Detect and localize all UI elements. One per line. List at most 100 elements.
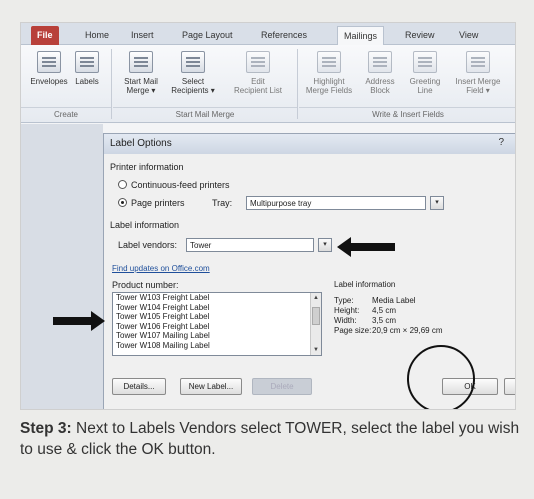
labels-icon [75,51,99,73]
highlight-merge-fields-button[interactable]: Highlight Merge Fields [301,51,357,95]
tab-home[interactable]: Home [79,26,115,45]
edit-recipient-label-1: Edit [251,77,265,86]
greeting-line-button[interactable]: Greeting Line [403,51,447,95]
label-vendors-select[interactable]: Tower [186,238,314,252]
tab-view[interactable]: View [453,26,484,45]
tab-file[interactable]: File [31,26,59,45]
dialog-title-bar: Label Options ? [104,134,515,154]
envelope-icon [37,51,61,73]
delete-button[interactable]: Delete [252,378,312,395]
list-item[interactable]: Tower W105 Freight Label [113,312,321,322]
tutorial-card: File Home Insert Page Layout References … [0,0,534,499]
tab-references[interactable]: References [255,26,313,45]
select-recipients-label-1: Select [181,77,205,86]
list-item[interactable]: Tower W108 Mailing Label [113,341,321,351]
info-page-size-value: 20,9 cm × 29,69 cm [372,326,443,335]
cancel-button[interactable]: Canc [504,378,515,395]
address-block-label-2: Block [370,86,390,95]
new-label-button[interactable]: New Label... [180,378,242,395]
address-block-icon [368,51,392,73]
group-separator [297,49,298,119]
product-number-label: Product number: [112,280,179,290]
tray-label: Tray: [212,198,233,208]
vendors-dropdown-icon[interactable]: ▾ [318,238,332,252]
list-item[interactable]: Tower W106 Freight Label [113,322,321,332]
radio-selected-icon [118,198,127,207]
list-item[interactable]: Tower W107 Mailing Label [113,331,321,341]
insert-merge-label-2: Field ▾ [466,86,490,95]
tab-mailings[interactable]: Mailings [337,26,385,45]
info-type-value: Media Label [372,296,416,305]
edit-list-icon [246,51,270,73]
info-page-size-key: Page size: [334,326,372,335]
select-recipients-button[interactable]: Select Recipients ▾ [167,51,219,95]
label-information-panel: Label information Type: Media Label Heigh… [334,280,515,358]
tray-select[interactable]: Multipurpose tray [246,196,426,210]
product-number-list[interactable]: Tower W103 Freight Label Tower W104 Frei… [112,292,322,356]
arrow-to-vendors-annotation [337,237,395,257]
ok-button-highlight-circle [407,345,475,409]
greeting-label-2: Line [417,86,433,95]
radio-page-label: Page printers [131,198,185,208]
tab-review[interactable]: Review [399,26,441,45]
info-width-row: Width: 3,5 cm [334,316,515,326]
step-caption: Step 3: Next to Labels Vendors select TO… [20,418,520,460]
info-type-row: Type: Media Label [334,296,515,306]
label-information-heading: Label information [334,280,396,289]
radio-icon [118,180,127,189]
info-page-size-row: Page size:20,9 cm × 29,69 cm [334,326,515,336]
highlight-label-1: Highlight [313,77,345,86]
start-mail-merge-label-1: Start Mail [124,77,158,86]
dialog-title: Label Options [110,138,172,149]
printer-info-heading: Printer information [110,162,184,172]
scroll-thumb[interactable] [312,307,320,325]
ribbon-mailings: Envelopes Labels Start Mail Merge ▾ Sele… [21,45,515,123]
greeting-label-1: Greeting [409,77,441,86]
insert-merge-field-button[interactable]: Insert Merge Field ▾ [449,51,507,95]
radio-page-printers[interactable]: Page printers [118,198,185,208]
step-instructions: Next to Labels Vendors select TOWER, sel… [20,420,520,458]
tab-insert[interactable]: Insert [125,26,160,45]
labels-label: Labels [75,77,99,86]
select-recipients-label-2: Recipients ▾ [171,86,215,95]
group-start-mail-merge: Start Mail Merge [113,107,297,121]
insert-field-icon [466,51,490,73]
edit-recipient-list-button[interactable]: Edit Recipient List [229,51,287,95]
info-height-key: Height: [334,306,360,315]
start-mail-merge-button[interactable]: Start Mail Merge ▾ [115,51,167,95]
arrow-to-product-list-annotation [53,311,105,331]
document-area [21,124,103,409]
address-block-label-1: Address [365,77,395,86]
ribbon-tab-bar: File Home Insert Page Layout References … [21,23,515,45]
label-vendors-label: Label vendors: [118,240,178,250]
group-create: Create [21,107,111,121]
word-screenshot: File Home Insert Page Layout References … [20,22,516,410]
info-width-value: 3,5 cm [372,316,397,325]
highlight-label-2: Merge Fields [305,86,353,95]
list-item[interactable]: Tower W104 Freight Label [113,303,321,313]
start-mail-merge-label-2: Merge ▾ [126,86,156,95]
group-separator [111,49,112,119]
list-item[interactable]: Tower W103 Freight Label [113,293,321,303]
mail-merge-icon [129,51,153,73]
find-updates-link[interactable]: Find updates on Office.com [112,264,210,273]
scroll-up-icon[interactable]: ▲ [311,293,321,303]
tray-dropdown-icon[interactable]: ▾ [430,196,444,210]
labels-button[interactable]: Labels [67,51,107,86]
highlight-icon [317,51,341,73]
step-number: Step 3: [20,420,72,437]
edit-recipient-label-2: Recipient List [233,86,283,95]
info-height-row: Height: 4,5 cm [334,306,515,316]
radio-continuous-label: Continuous-feed printers [131,180,230,190]
scroll-down-icon[interactable]: ▼ [311,345,321,355]
tab-page-layout[interactable]: Page Layout [176,26,239,45]
address-block-button[interactable]: Address Block [359,51,401,95]
details-button[interactable]: Details... [112,378,166,395]
info-type-key: Type: [334,296,354,305]
insert-merge-label-1: Insert Merge [455,77,501,86]
radio-continuous-feed[interactable]: Continuous-feed printers [118,180,230,190]
help-icon[interactable]: ? [498,137,504,148]
list-scrollbar[interactable]: ▲ ▼ [310,293,321,355]
recipients-icon [181,51,205,73]
info-height-value: 4,5 cm [372,306,397,315]
